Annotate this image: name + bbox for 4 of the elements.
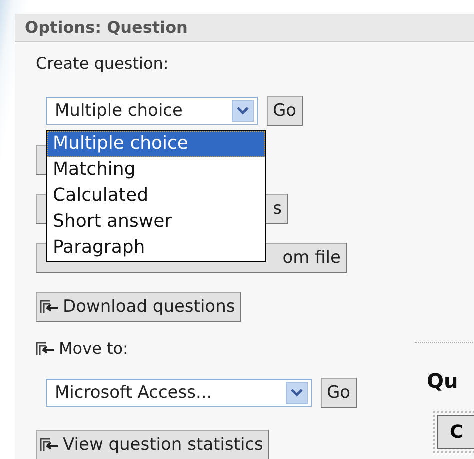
move-to-label: Move to: [59,339,128,358]
panel-title: Options: Question [25,18,188,37]
side-panel-heading: Qu [427,369,458,393]
create-question-label: Create question: [36,54,169,75]
